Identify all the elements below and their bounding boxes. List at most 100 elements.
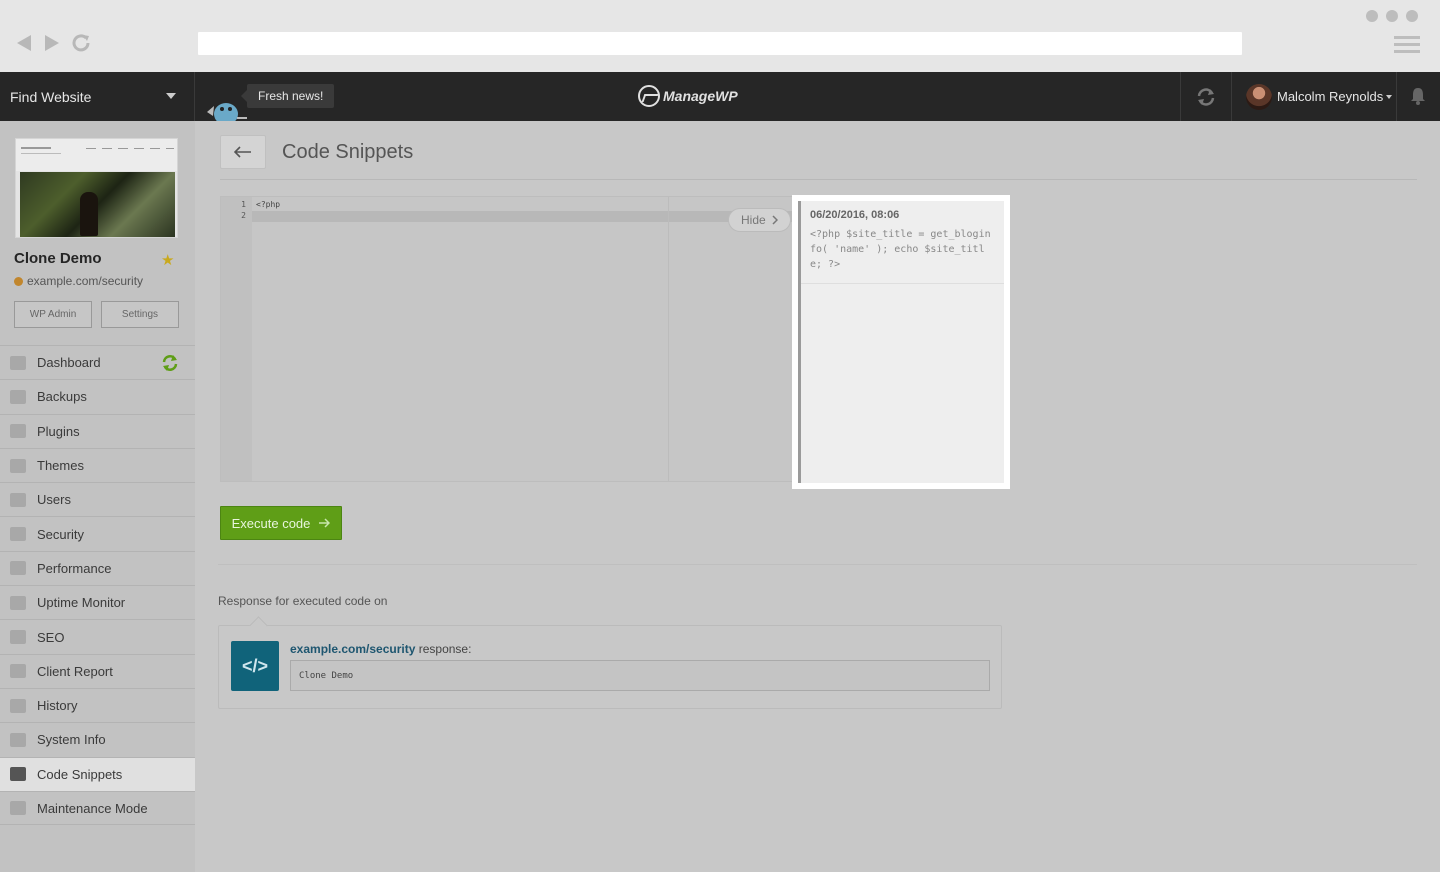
window-dot-icon[interactable] xyxy=(1366,10,1378,22)
sidebar-item-client-report[interactable]: Client Report xyxy=(0,653,195,688)
sidebar-item-maintenance-mode[interactable]: Maintenance Mode xyxy=(0,790,195,826)
site-status-icon xyxy=(14,276,23,286)
settings-button[interactable]: Settings xyxy=(101,301,179,328)
sidebar-item-label: Maintenance Mode xyxy=(37,800,148,816)
sidebar-item-backups[interactable]: Backups xyxy=(0,379,195,413)
sidebar-item-label: SEO xyxy=(37,629,65,645)
sidebar-item-label: System Info xyxy=(37,732,106,748)
sidebar-item-label: Security xyxy=(37,526,84,542)
hide-label: Hide xyxy=(741,213,766,227)
browser-forward-icon[interactable] xyxy=(44,34,60,55)
divider xyxy=(218,564,1417,565)
monitor-icon xyxy=(10,355,26,370)
find-website-dropdown[interactable]: Find Website xyxy=(0,72,195,121)
sidebar-item-security[interactable]: Security xyxy=(0,516,195,550)
address-bar[interactable] xyxy=(198,32,1242,55)
sync-button[interactable] xyxy=(1180,72,1232,121)
refresh-icon[interactable] xyxy=(161,354,179,372)
history-entry[interactable]: 06/20/2016, 08:06 <?php $site_title = ge… xyxy=(801,201,1004,284)
sidebar-menu: Dashboard Backups Plugins Themes Users S… xyxy=(0,345,195,826)
shield-icon xyxy=(10,527,26,542)
server-icon xyxy=(10,732,26,747)
sidebar-item-seo[interactable]: SEO xyxy=(0,619,195,653)
backup-icon xyxy=(10,389,26,404)
palette-icon xyxy=(10,458,26,473)
sidebar-item-label: Dashboard xyxy=(37,355,101,371)
sidebar-item-plugins[interactable]: Plugins xyxy=(0,413,195,448)
sidebar-item-history[interactable]: History xyxy=(0,687,195,722)
sidebar-item-uptime-monitor[interactable]: Uptime Monitor xyxy=(0,585,195,619)
sidebar-item-users[interactable]: Users xyxy=(0,482,195,516)
sidebar-item-label: Performance xyxy=(37,560,112,576)
sidebar: Clone Demo ★ example.com/security WP Adm… xyxy=(0,121,195,872)
sidebar-item-code-snippets[interactable]: Code Snippets xyxy=(0,756,195,791)
window-dot-icon[interactable] xyxy=(1406,10,1418,22)
arrow-right-icon xyxy=(319,518,331,528)
arrow-left-icon xyxy=(234,146,251,158)
response-label: Response for executed code on xyxy=(218,594,388,608)
sync-icon xyxy=(1197,87,1215,106)
sidebar-item-label: Backups xyxy=(37,389,87,405)
terminal-icon xyxy=(10,767,26,782)
app-topbar: Find Website Fresh news! ManageWP Malcol… xyxy=(0,72,1440,121)
sidebar-item-label: Themes xyxy=(37,458,84,474)
sidebar-item-label: Users xyxy=(37,492,71,508)
sidebar-item-label: Plugins xyxy=(37,423,80,439)
managewp-logo[interactable]: ManageWP xyxy=(638,84,738,108)
line-number-gutter xyxy=(221,197,252,481)
sidebar-item-label: Client Report xyxy=(37,663,113,679)
chart-icon xyxy=(10,664,26,679)
line-number: 2 xyxy=(241,211,246,220)
line-number: 1 xyxy=(241,200,246,209)
arrow-up-icon xyxy=(10,595,26,610)
print-margin xyxy=(668,197,669,481)
browser-menu-icon[interactable] xyxy=(1394,36,1420,57)
bell-icon[interactable] xyxy=(1410,87,1426,105)
megaphone-icon xyxy=(10,630,26,645)
response-title: example.com/security response: xyxy=(290,642,471,656)
site-thumbnail[interactable] xyxy=(15,138,178,238)
sidebar-item-performance[interactable]: Performance xyxy=(0,550,195,585)
sidebar-item-label: Code Snippets xyxy=(37,766,123,782)
response-box: </> example.com/security response: Clone… xyxy=(218,625,1002,709)
active-line-highlight xyxy=(221,211,796,222)
window-controls xyxy=(1366,10,1418,22)
response-suffix: response: xyxy=(415,642,472,656)
sidebar-item-label: History xyxy=(37,698,78,714)
chevron-right-icon xyxy=(772,215,778,225)
site-url[interactable]: example.com/security xyxy=(14,274,143,288)
chevron-down-icon xyxy=(166,93,176,99)
sidebar-item-themes[interactable]: Themes xyxy=(0,447,195,482)
fresh-news-bubble[interactable]: Fresh news! xyxy=(240,84,335,108)
avatar xyxy=(1246,83,1272,110)
browser-toolbar xyxy=(0,0,1440,72)
site-name[interactable]: Clone Demo xyxy=(14,250,102,267)
response-output: Clone Demo xyxy=(290,660,990,691)
code-editor[interactable]: 1 2 <?php Hide xyxy=(220,196,796,482)
users-icon xyxy=(10,492,26,507)
user-menu[interactable]: Malcolm Reynolds xyxy=(1232,72,1397,121)
browser-reload-icon[interactable] xyxy=(72,34,90,55)
site-url-text: example.com/security xyxy=(27,274,144,288)
barrier-icon xyxy=(10,801,26,815)
page-title: Code Snippets xyxy=(282,141,414,163)
main-content: Code Snippets 1 2 <?php Hide 06/20/2016,… xyxy=(195,121,1440,872)
plug-icon xyxy=(10,424,26,439)
browser-back-icon[interactable] xyxy=(16,34,32,55)
sidebar-item-label: Uptime Monitor xyxy=(37,595,126,611)
history-code: <?php $site_title = get_bloginfo( 'name'… xyxy=(810,229,991,270)
hide-history-button[interactable]: Hide xyxy=(728,208,791,232)
wp-admin-button[interactable]: WP Admin xyxy=(14,301,92,328)
execute-label: Execute code xyxy=(231,515,311,531)
execute-code-button[interactable]: Execute code xyxy=(220,506,342,540)
back-button[interactable] xyxy=(220,135,266,169)
window-dot-icon[interactable] xyxy=(1386,10,1398,22)
sidebar-item-system-info[interactable]: System Info xyxy=(0,722,195,756)
response-site-link[interactable]: example.com/security xyxy=(290,642,415,656)
code-line: <?php xyxy=(256,200,281,209)
sidebar-item-dashboard[interactable]: Dashboard xyxy=(0,345,195,379)
history-date: 06/20/2016, 08:06 xyxy=(810,209,900,221)
speedometer-icon xyxy=(10,561,26,576)
favorite-star-icon[interactable]: ★ xyxy=(161,251,174,269)
logo-text: ManageWP xyxy=(663,88,738,104)
